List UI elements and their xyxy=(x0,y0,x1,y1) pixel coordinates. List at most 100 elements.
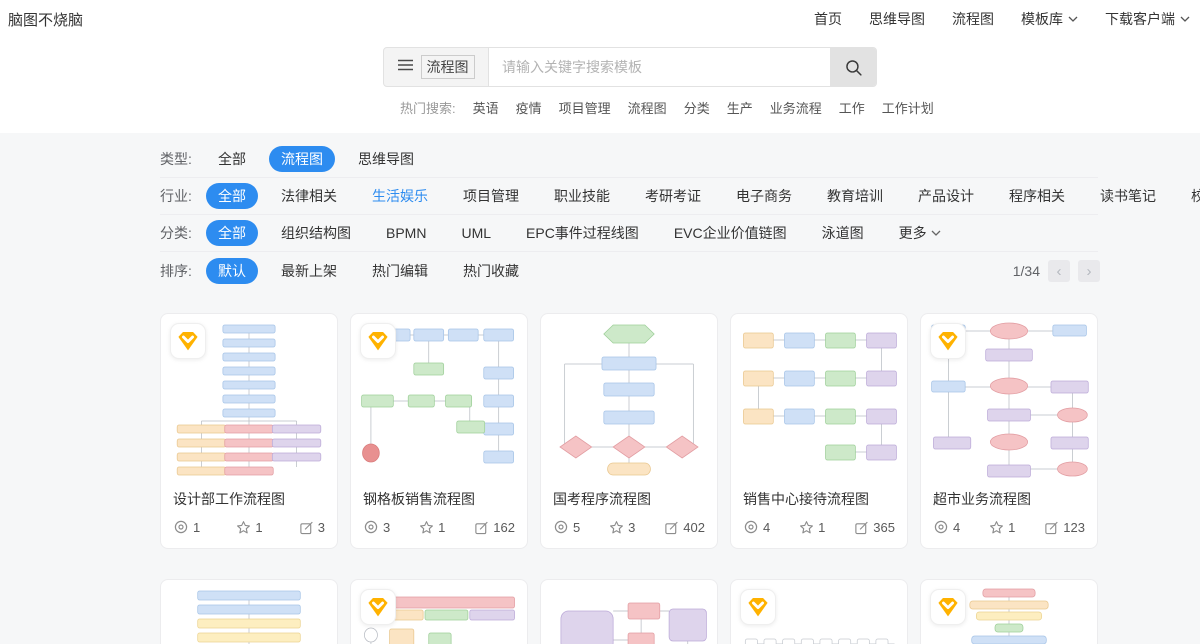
search-icon xyxy=(844,58,863,77)
stars-stat[interactable]: 1 xyxy=(989,520,1015,535)
filter-option[interactable]: 考研考证 xyxy=(633,183,713,209)
nav-template-library-label: 模板库 xyxy=(1021,9,1063,29)
search-button[interactable] xyxy=(830,48,876,86)
views-stat: 3 xyxy=(363,519,390,535)
filter-option[interactable]: 热门收藏 xyxy=(451,258,531,284)
star-icon xyxy=(236,520,251,535)
filter-option[interactable]: 读书笔记 xyxy=(1088,183,1168,209)
filter-option[interactable]: 程序相关 xyxy=(997,183,1077,209)
template-title[interactable]: 钢格板销售流程图 xyxy=(351,484,527,511)
template-title[interactable]: 超市业务流程图 xyxy=(921,484,1097,511)
views-stat: 4 xyxy=(933,519,960,535)
filter-option[interactable]: 校园教育 xyxy=(1179,183,1200,209)
flowchart-preview xyxy=(546,585,712,644)
filter-option[interactable]: 项目管理 xyxy=(451,183,531,209)
hot-keyword-6[interactable]: 业务流程 xyxy=(770,98,822,117)
filter-option[interactable]: 流程图 xyxy=(269,146,335,172)
filter-option[interactable]: 组织结构图 xyxy=(269,220,363,246)
edits-stat: 402 xyxy=(664,520,705,535)
vip-gem-icon xyxy=(176,329,200,353)
hot-keyword-2[interactable]: 项目管理 xyxy=(559,98,611,117)
edit-icon xyxy=(664,520,679,535)
filter-option[interactable]: 全部 xyxy=(206,183,258,209)
filter-row-2: 分类: 全部组织结构图BPMNUMLEPC事件过程线图EVC企业价值链图泳道图更… xyxy=(160,215,1098,252)
filter-row-1: 行业: 全部法律相关生活娱乐项目管理职业技能考研考证电子商务教育培训产品设计程序… xyxy=(160,178,1098,215)
edits-count: 3 xyxy=(318,520,325,535)
next-page-button[interactable]: › xyxy=(1078,260,1100,282)
filter-option[interactable]: 最新上架 xyxy=(269,258,349,284)
stars-stat[interactable]: 1 xyxy=(236,520,262,535)
template-title[interactable]: 国考程序流程图 xyxy=(541,484,717,511)
edits-stat: 162 xyxy=(474,520,515,535)
hot-keyword-3[interactable]: 流程图 xyxy=(628,98,667,117)
template-title[interactable]: 销售中心接待流程图 xyxy=(731,484,907,511)
views-count: 3 xyxy=(383,520,390,535)
filter-option[interactable]: 泳道图 xyxy=(810,220,876,246)
template-stats: 1 1 3 xyxy=(161,511,337,548)
hot-keyword-8[interactable]: 工作计划 xyxy=(882,98,934,117)
vip-gem-icon xyxy=(366,595,390,619)
filter-option[interactable]: 全部 xyxy=(206,146,258,172)
template-card[interactable]: 设计部工作流程图 1 1 3 xyxy=(160,313,338,549)
edit-icon xyxy=(1044,520,1059,535)
star-icon xyxy=(989,520,1004,535)
hot-keyword-0[interactable]: 英语 xyxy=(473,98,499,117)
filter-option[interactable]: 热门编辑 xyxy=(360,258,440,284)
views-stat: 1 xyxy=(173,519,200,535)
nav-template-library[interactable]: 模板库 xyxy=(1021,9,1078,29)
filter-option[interactable]: 更多 xyxy=(887,220,953,246)
template-card[interactable] xyxy=(540,579,718,644)
views-icon xyxy=(173,519,189,535)
filter-option[interactable]: 思维导图 xyxy=(346,146,426,172)
template-card[interactable]: 钢格板销售流程图 3 1 162 xyxy=(350,313,528,549)
stars-count: 1 xyxy=(255,520,262,535)
template-thumbnail xyxy=(541,580,717,644)
edit-icon xyxy=(474,520,489,535)
filter-option[interactable]: EVC企业价值链图 xyxy=(662,220,799,246)
template-card[interactable] xyxy=(160,579,338,644)
nav-flowchart[interactable]: 流程图 xyxy=(952,9,994,29)
nav-home[interactable]: 首页 xyxy=(814,9,842,29)
flowchart-preview xyxy=(546,319,712,479)
filter-option[interactable]: 默认 xyxy=(206,258,258,284)
edits-stat: 123 xyxy=(1044,520,1085,535)
template-card[interactable]: 国考程序流程图 5 3 402 xyxy=(540,313,718,549)
vip-badge xyxy=(740,589,776,625)
hot-keyword-1[interactable]: 疫情 xyxy=(516,98,542,117)
filter-option[interactable]: 产品设计 xyxy=(906,183,986,209)
site-logo[interactable]: 脑图不烧脑 xyxy=(8,9,83,30)
category-dropdown[interactable]: 流程图 xyxy=(384,48,488,86)
template-grid-row2 xyxy=(160,579,1098,644)
filter-option[interactable]: EPC事件过程线图 xyxy=(514,220,651,246)
nav-mindmap-label: 思维导图 xyxy=(869,9,925,29)
nav-mindmap[interactable]: 思维导图 xyxy=(869,9,925,29)
filter-option[interactable]: 全部 xyxy=(206,220,258,246)
hot-keyword-5[interactable]: 生产 xyxy=(727,98,753,117)
stars-stat[interactable]: 1 xyxy=(799,520,825,535)
stars-stat[interactable]: 1 xyxy=(419,520,445,535)
hot-keyword-7[interactable]: 工作 xyxy=(839,98,865,117)
template-card[interactable] xyxy=(730,579,908,644)
stars-stat[interactable]: 3 xyxy=(609,520,635,535)
filter-option[interactable]: 电子商务 xyxy=(724,183,804,209)
template-card[interactable]: 销售中心接待流程图 4 1 365 xyxy=(730,313,908,549)
filter-option[interactable]: 职业技能 xyxy=(542,183,622,209)
template-card[interactable] xyxy=(350,579,528,644)
template-stats: 4 1 123 xyxy=(921,511,1097,548)
filter-option[interactable]: BPMN xyxy=(374,222,438,244)
edits-stat: 3 xyxy=(299,520,325,535)
template-title[interactable]: 设计部工作流程图 xyxy=(161,484,337,511)
nav-download-client[interactable]: 下载客户端 xyxy=(1105,9,1190,29)
filter-option[interactable]: 法律相关 xyxy=(269,183,349,209)
filter-option[interactable]: 教育培训 xyxy=(815,183,895,209)
search-input[interactable] xyxy=(488,48,830,86)
filter-option[interactable]: 生活娱乐 xyxy=(360,183,440,209)
template-card[interactable] xyxy=(920,579,1098,644)
hot-keyword-4[interactable]: 分类 xyxy=(684,98,710,117)
template-card[interactable]: 超市业务流程图 4 1 123 xyxy=(920,313,1098,549)
views-count: 5 xyxy=(573,520,580,535)
prev-page-button[interactable]: ‹ xyxy=(1048,260,1070,282)
filter-row-3: 排序: 默认最新上架热门编辑热门收藏 xyxy=(160,252,1098,289)
filter-option[interactable]: UML xyxy=(449,222,503,244)
nav-home-label: 首页 xyxy=(814,9,842,29)
